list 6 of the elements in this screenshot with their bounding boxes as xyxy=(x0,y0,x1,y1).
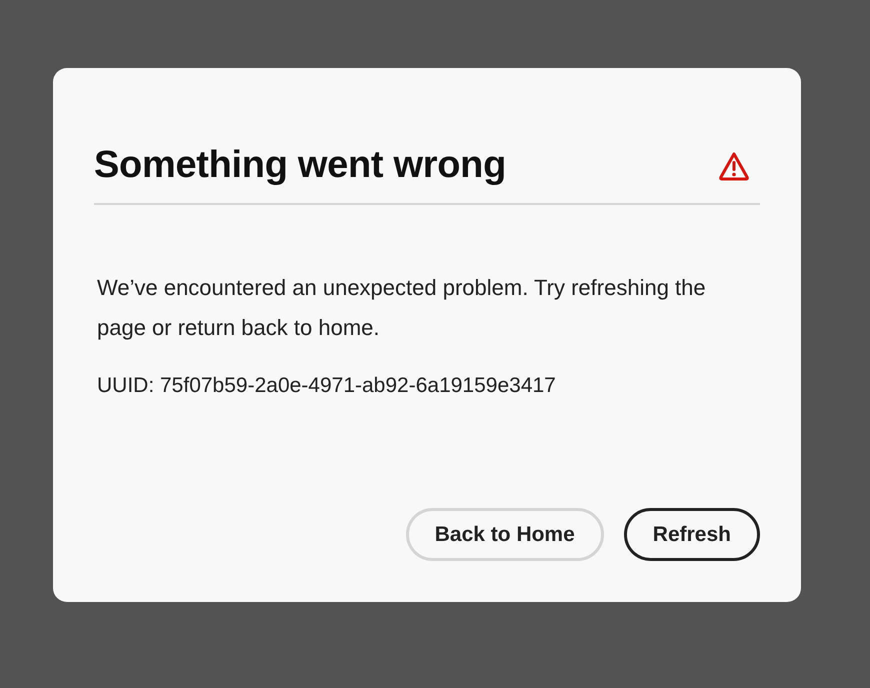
home-button[interactable]: Back to Home xyxy=(406,508,604,561)
dialog-title: Something went wrong xyxy=(94,144,506,187)
error-message: We’ve encountered an unexpected problem. Try refreshing the page or return back to home. xyxy=(97,274,707,342)
uuid-text: UUID: 75f07b59-2a0e-4971-ab92-6a19159e3417 xyxy=(97,374,557,398)
warning-icon xyxy=(718,150,750,180)
refresh-button[interactable]: Refresh xyxy=(624,508,760,561)
